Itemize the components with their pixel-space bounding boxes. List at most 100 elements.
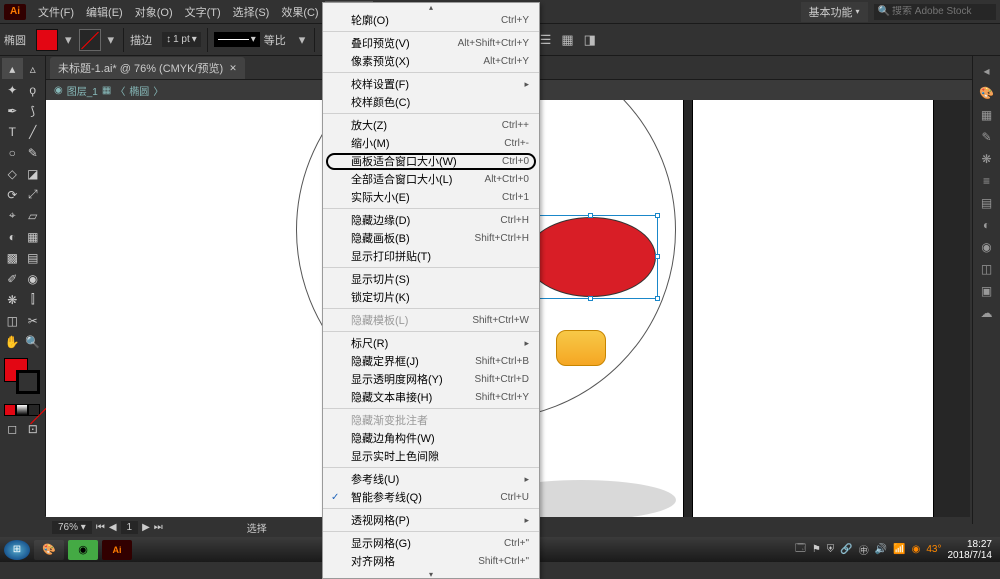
menu-item[interactable]: 透视网格(P) xyxy=(323,511,539,529)
handle-bm[interactable] xyxy=(588,296,593,301)
menu-item[interactable]: 校样设置(F) xyxy=(323,75,539,93)
nav-prev-icon[interactable]: ◀ xyxy=(109,522,117,533)
artboard-2[interactable] xyxy=(693,100,933,517)
taskbar-app-paint[interactable]: 🎨 xyxy=(34,540,64,560)
menu-item[interactable]: 实际大小(E)Ctrl+1 xyxy=(323,188,539,206)
tray-volume-icon[interactable]: 🔊 xyxy=(875,544,887,555)
menu-item[interactable]: 放大(Z)Ctrl++ xyxy=(323,116,539,134)
symbols-panel-icon[interactable]: ❋ xyxy=(981,152,991,166)
appearance-panel-icon[interactable]: ◉ xyxy=(981,240,991,254)
nav-next-icon[interactable]: ▶ xyxy=(142,522,150,533)
menu-item[interactable]: 全部适合窗口大小(L)Alt+Ctrl+0 xyxy=(323,170,539,188)
width-tool[interactable]: ⌖ xyxy=(2,205,23,226)
direct-selection-tool[interactable]: ▵ xyxy=(23,58,44,79)
taskbar-app-360[interactable]: ◉ xyxy=(68,540,98,560)
color-wells[interactable] xyxy=(4,358,42,396)
ellipse-tool[interactable]: ○ xyxy=(2,142,23,163)
handle-br[interactable] xyxy=(655,296,660,301)
handle-tm[interactable] xyxy=(588,213,593,218)
menu-item[interactable]: 隐藏边缘(D)Ctrl+H xyxy=(323,211,539,229)
menu-效果[interactable]: 效果(C) xyxy=(275,1,324,23)
menu-item[interactable]: 显示打印拼贴(T) xyxy=(323,247,539,265)
shaper-tool[interactable]: ◇ xyxy=(2,163,23,184)
brushes-panel-icon[interactable]: ✎ xyxy=(981,130,991,144)
artboard-index[interactable]: 1 xyxy=(121,521,139,534)
screen-mode[interactable]: ◻ xyxy=(2,418,23,439)
lasso-tool[interactable]: ϙ xyxy=(23,79,44,100)
menu-item[interactable]: 对齐网格Shift+Ctrl+" xyxy=(323,552,539,570)
menu-item[interactable]: 叠印预览(V)Alt+Shift+Ctrl+Y xyxy=(323,34,539,52)
column-graph-tool[interactable]: ⫿ xyxy=(23,289,44,310)
graphic-styles-panel-icon[interactable]: ◫ xyxy=(981,262,992,276)
menu-文件[interactable]: 文件(F) xyxy=(32,1,80,23)
menu-item[interactable]: 像素预览(X)Alt+Ctrl+Y xyxy=(323,52,539,70)
tray-wifi-icon[interactable]: 📶 xyxy=(893,544,905,555)
line-tool[interactable]: ╱ xyxy=(23,121,44,142)
gradient-tool[interactable]: ▤ xyxy=(23,247,44,268)
menu-item[interactable]: 显示切片(S) xyxy=(323,270,539,288)
hand-tool[interactable]: ✋ xyxy=(2,331,23,352)
menu-item[interactable]: 隐藏文本串接(H)Shift+Ctrl+Y xyxy=(323,388,539,406)
eraser-tool[interactable]: ◪ xyxy=(23,163,44,184)
symbol-sprayer-tool[interactable]: ❋ xyxy=(2,289,23,310)
tray-flag-icon[interactable]: ⚑ xyxy=(812,544,821,555)
grid-icon[interactable]: ▦ xyxy=(558,29,576,51)
libraries-panel-icon[interactable]: ☁ xyxy=(981,306,993,320)
roundrect-shape[interactable] xyxy=(556,330,606,366)
start-button[interactable]: ⊞ xyxy=(4,540,30,560)
fill-swatch[interactable] xyxy=(36,29,58,51)
close-icon[interactable]: ✕ xyxy=(229,63,237,74)
uniform-label[interactable]: 等比 xyxy=(264,32,286,48)
menu-item[interactable]: 参考线(U) xyxy=(323,470,539,488)
handle-tr[interactable] xyxy=(655,213,660,218)
taskbar-app-ai[interactable]: Ai xyxy=(102,540,132,560)
type-tool[interactable]: T xyxy=(2,121,23,142)
tray-orb-icon[interactable]: ◉ xyxy=(912,544,921,555)
menu-编辑[interactable]: 编辑(E) xyxy=(80,1,129,23)
taskbar-clock[interactable]: 18:272018/7/14 xyxy=(948,539,993,561)
zoom-level[interactable]: 76% ▾ xyxy=(52,521,92,534)
perspective-grid-tool[interactable]: ▦ xyxy=(23,226,44,247)
menu-选择[interactable]: 选择(S) xyxy=(227,1,276,23)
eyedropper-tool[interactable]: ✐ xyxy=(2,268,23,289)
menu-item[interactable]: 标尺(R) xyxy=(323,334,539,352)
free-transform-tool[interactable]: ▱ xyxy=(23,205,44,226)
pen-tool[interactable]: ✒ xyxy=(2,100,23,121)
magic-wand-tool[interactable]: ✦ xyxy=(2,79,23,100)
zoom-tool[interactable]: 🔍 xyxy=(23,331,44,352)
search-input[interactable] xyxy=(892,6,992,17)
tray-shield-icon[interactable]: ⛨ xyxy=(827,544,835,555)
menu-item[interactable]: ✓智能参考线(Q)Ctrl+U xyxy=(323,488,539,506)
transparency-panel-icon[interactable]: ◐ xyxy=(983,218,990,232)
menu-item[interactable]: 显示实时上色间隙 xyxy=(323,447,539,465)
stroke-width[interactable]: ↕ 1 pt ▾ xyxy=(162,32,201,47)
menu-item[interactable]: 校样颜色(C) xyxy=(323,93,539,111)
menu-item[interactable]: 隐藏定界框(J)Shift+Ctrl+B xyxy=(323,352,539,370)
selection-bounds[interactable] xyxy=(524,215,658,299)
menu-item[interactable]: 缩小(M)Ctrl+- xyxy=(323,134,539,152)
nav-last-icon[interactable]: ⏭ xyxy=(154,522,163,533)
menu-item[interactable]: 隐藏画板(B)Shift+Ctrl+H xyxy=(323,229,539,247)
stroke-well[interactable] xyxy=(16,370,40,394)
brush-tool[interactable]: ✎ xyxy=(23,142,44,163)
menu-item[interactable]: 锁定切片(K) xyxy=(323,288,539,306)
search-box[interactable]: 🔍 xyxy=(874,4,996,20)
chevron-down-icon[interactable]: ▾ xyxy=(105,29,118,51)
chevron-down-icon[interactable]: ▾ xyxy=(62,29,75,51)
gradient-panel-icon[interactable]: ▤ xyxy=(981,196,992,210)
mesh-tool[interactable]: ▩ xyxy=(2,247,23,268)
swatches-panel-icon[interactable]: ▦ xyxy=(981,108,992,122)
nav-first-icon[interactable]: ⏮ xyxy=(96,522,105,533)
stroke-panel-icon[interactable]: ≡ xyxy=(983,174,990,188)
scale-tool[interactable]: ⤢ xyxy=(23,184,44,205)
menu-item[interactable]: 显示网格(G)Ctrl+" xyxy=(323,534,539,552)
menu-item[interactable]: 轮廓(O)Ctrl+Y xyxy=(323,11,539,29)
shape-builder-tool[interactable]: ◐ xyxy=(2,226,23,247)
tray-temp-icon[interactable]: 43° xyxy=(926,544,941,555)
curvature-tool[interactable]: ⟆ xyxy=(23,100,44,121)
menu-item[interactable]: 画板适合窗口大小(W)Ctrl+0 xyxy=(323,152,539,170)
document-tab[interactable]: 未标题-1.ai* @ 76% (CMYK/预览) ✕ xyxy=(50,57,245,79)
handle-mr[interactable] xyxy=(655,254,660,259)
blend-tool[interactable]: ◉ xyxy=(23,268,44,289)
rotate-tool[interactable]: ⟳ xyxy=(2,184,23,205)
